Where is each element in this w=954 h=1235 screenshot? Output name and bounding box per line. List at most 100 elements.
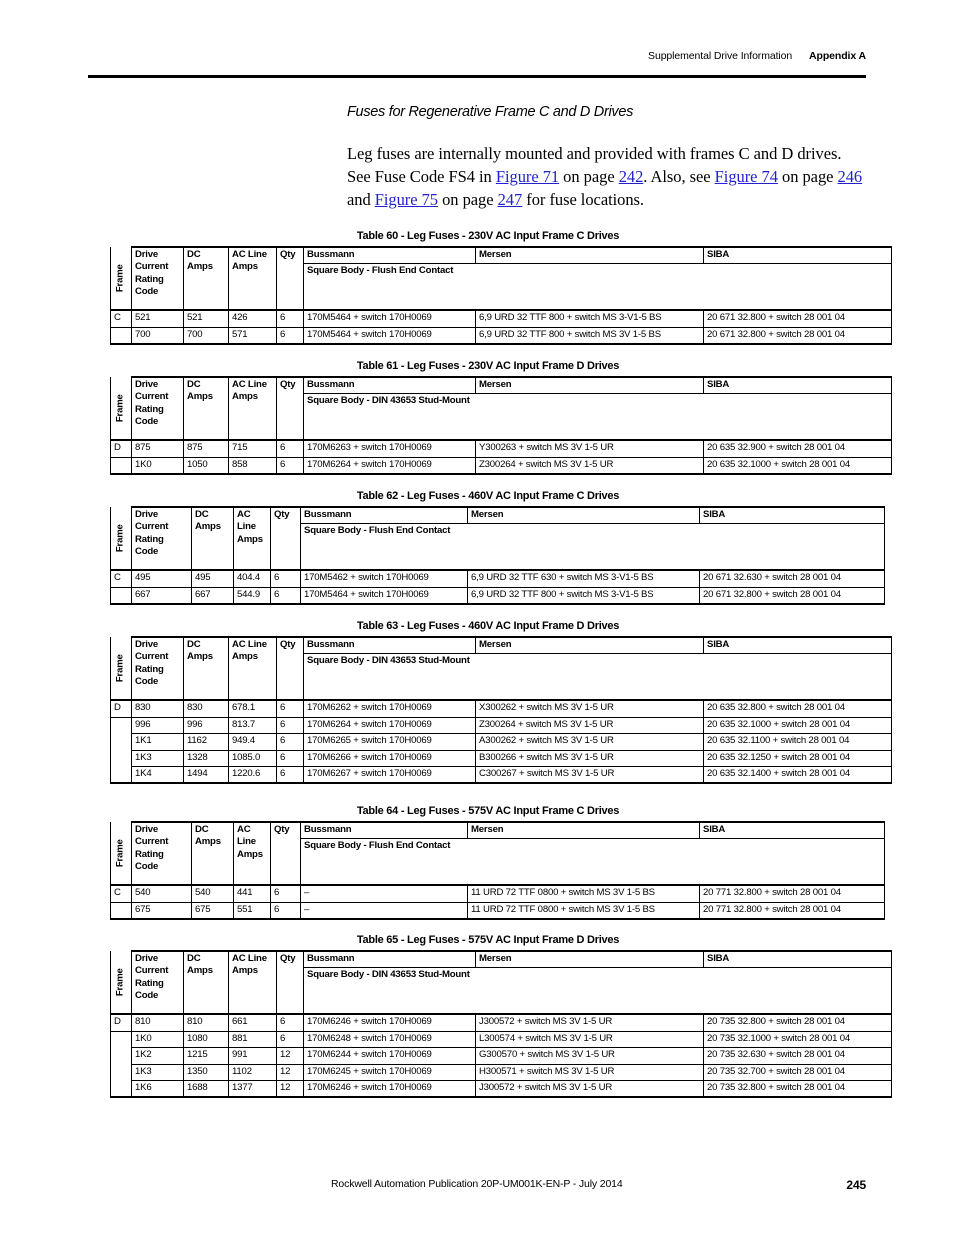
cell-drive-code: 1K3 — [131, 1063, 184, 1082]
cell-bussmann: 170M6246 + switch 170H0069 — [303, 1013, 476, 1032]
link-page-242[interactable]: 242 — [619, 167, 644, 186]
fuse-table: Frame Drive Current Rating Code DC Amps AC Line… — [110, 245, 892, 346]
cell-bussmann: 170M5462 + switch 170H0069 — [300, 569, 468, 588]
link-figure-74[interactable]: Figure 74 — [715, 167, 778, 186]
cell-frame: C — [110, 884, 132, 903]
paragraph-text-7: for fuse locations. — [522, 190, 645, 209]
cell-drive-code: 495 — [131, 569, 192, 588]
frame-header-label: Frame — [114, 839, 126, 868]
column-header-drive-current-rating-code: Drive Current Rating Code — [131, 505, 192, 571]
link-page-247[interactable]: 247 — [498, 190, 523, 209]
cell-qty: 12 — [276, 1063, 304, 1082]
paragraph-text-6: on page — [438, 190, 498, 209]
link-figure-75[interactable]: Figure 75 — [375, 190, 438, 209]
column-header-siba: SIBA — [703, 950, 892, 969]
table-row: 1K0 1080 881 6 170M6248 + switch 170H0069 L30… — [110, 1030, 892, 1049]
cell-siba: 20 635 32.1250 + switch 28 001 04 — [703, 749, 892, 768]
cell-siba: 20 635 32.1000 + switch 28 001 04 — [703, 716, 892, 735]
cell-dc-amps: 700 — [183, 326, 229, 346]
cell-frame — [110, 1064, 132, 1081]
table-row: 1K4 1494 1220.6 6 170M6267 + switch 170H0069… — [110, 766, 892, 785]
cell-mersen: G300570 + switch MS 3V 1-5 UR — [475, 1047, 704, 1065]
cell-drive-code: 521 — [131, 309, 184, 328]
cell-mersen: 6,9 URD 32 TTF 630 + switch MS 3-V1-5 BS — [467, 569, 700, 588]
column-header-frame: Frame — [110, 951, 132, 1015]
cell-ac-line-amps: 1220.6 — [228, 766, 277, 785]
cell-siba: 20 635 32.1400 + switch 28 001 04 — [703, 766, 892, 785]
table-row: 700 700 571 6 170M5464 + switch 170H0069 6,9 … — [110, 326, 892, 346]
column-header-bussmann: Bussmann — [300, 821, 468, 840]
table-subheader-note: Square Body - DIN 43653 Stud-Mount — [303, 653, 892, 701]
cell-mersen: A300262 + switch MS 3V 1-5 UR — [475, 733, 704, 751]
column-header-bussmann: Bussmann — [303, 376, 476, 395]
cell-mersen: B300266 + switch MS 3V 1-5 UR — [475, 749, 704, 768]
column-header-bussmann: Bussmann — [300, 506, 468, 525]
section-heading: Fuses for Regenerative Frame C and D Dri… — [347, 104, 634, 120]
column-header-dc-amps: DC Amps — [191, 505, 234, 571]
cell-siba: 20 671 32.800 + switch 28 001 04 — [703, 309, 892, 328]
table-row: 1K3 1350 1102 12 170M6245 + switch 170H0069 H… — [110, 1063, 892, 1082]
table-subheader-note: Square Body - DIN 43653 Stud-Mount — [303, 967, 892, 1015]
fuse-table: Frame Drive Current Rating Code DC Amps AC Line… — [110, 375, 892, 476]
table-header-row: Frame Drive Current Rating Code DC Amps AC Line… — [110, 949, 892, 1015]
cell-bussmann: 170M5464 + switch 170H0069 — [303, 309, 476, 328]
cell-dc-amps: 1328 — [183, 749, 229, 768]
cell-bussmann: 170M5464 + switch 170H0069 — [303, 326, 476, 346]
cell-siba: 20 735 32.800 + switch 28 001 04 — [703, 1080, 892, 1099]
cell-drive-code: 1K4 — [131, 766, 184, 785]
cell-siba: 20 635 32.1100 + switch 28 001 04 — [703, 733, 892, 751]
cell-mersen: 11 URD 72 TTF 0800 + switch MS 3V 1-5 BS — [467, 901, 700, 921]
table-row: C 540 540 441 6–11 URD 72 TTF 0800 + switch … — [110, 884, 885, 903]
cell-siba: 20 635 32.800 + switch 28 001 04 — [703, 699, 892, 718]
column-header-dc-amps: DC Amps — [183, 375, 229, 441]
cell-dc-amps: 1494 — [183, 766, 229, 785]
table-header-row: Frame Drive Current Rating Code DC Amps AC Line… — [110, 375, 892, 441]
column-header-mersen: Mersen — [475, 636, 704, 655]
cell-qty: 6 — [276, 716, 304, 735]
column-header-drive-current-rating-code: Drive Current Rating Code — [131, 375, 184, 441]
cell-frame: C — [110, 569, 132, 588]
column-header-mersen: Mersen — [467, 821, 700, 840]
table-row: C 495 495 404.4 6 170M5462 + switch 170H0069 6… — [110, 569, 885, 588]
column-header-frame: Frame — [110, 247, 132, 311]
table-caption: Table 63 - Leg Fuses - 460V AC Input Fra… — [356, 620, 620, 632]
header-appendix-label: Appendix A — [809, 50, 866, 62]
cell-drive-code: 1K6 — [131, 1080, 184, 1099]
cell-siba: 20 735 32.700 + switch 28 001 04 — [703, 1063, 892, 1082]
column-header-bussmann: Bussmann — [303, 246, 476, 265]
cell-mersen: 6,9 URD 32 TTF 800 + switch MS 3-V1-5 BS — [475, 309, 704, 328]
footer-page-number: 245 — [846, 1178, 866, 1192]
cell-qty: 6 — [276, 766, 304, 785]
running-header: Supplemental Drive Information Appendix … — [88, 50, 866, 62]
cell-ac-line-amps: 813.7 — [228, 716, 277, 735]
table-row: 1K6 1688 1377 12 170M6246 + switch 170H0069 J… — [110, 1080, 892, 1099]
table-block-table-62: Table 62 - Leg Fuses - 460V AC Input Fra… — [110, 490, 885, 606]
cell-bussmann: 170M5464 + switch 170H0069 — [300, 586, 468, 606]
cell-ac-line-amps: 678.1 — [228, 699, 277, 718]
link-page-246[interactable]: 246 — [838, 167, 863, 186]
table-block-table-61: Table 61 - Leg Fuses - 230V AC Input Fra… — [110, 360, 892, 476]
cell-ac-line-amps: 544.9 — [233, 586, 271, 606]
cell-frame: D — [110, 699, 132, 718]
column-header-dc-amps: DC Amps — [191, 820, 234, 886]
cell-dc-amps: 830 — [183, 699, 229, 718]
column-header-ac-line-amps: AC Line Amps — [233, 505, 271, 571]
cell-drive-code: 1K0 — [131, 1030, 184, 1049]
cell-bussmann: 170M6264 + switch 170H0069 — [303, 716, 476, 735]
column-header-frame: Frame — [110, 637, 132, 701]
cell-frame: D — [110, 439, 132, 458]
cell-drive-code: 1K2 — [131, 1047, 184, 1065]
cell-drive-code: 700 — [131, 326, 184, 346]
column-header-ac-line-amps: AC Line Amps — [228, 375, 277, 441]
cell-qty: 6 — [270, 901, 301, 921]
cell-frame — [110, 1031, 132, 1048]
cell-bussmann: 170M6245 + switch 170H0069 — [303, 1063, 476, 1082]
cell-dc-amps: 1080 — [183, 1030, 229, 1049]
fuse-table: Frame Drive Current Rating Code DC Amps AC Line A… — [110, 820, 885, 921]
table-header-row: Frame Drive Current Rating Code DC Amps AC Line A… — [110, 820, 885, 886]
cell-mersen: Y300263 + switch MS 3V 1-5 UR — [475, 439, 704, 458]
cell-drive-code: 675 — [131, 901, 192, 921]
link-figure-71[interactable]: Figure 71 — [496, 167, 559, 186]
cell-ac-line-amps: 441 — [233, 884, 271, 903]
cell-bussmann: 170M6262 + switch 170H0069 — [303, 699, 476, 718]
